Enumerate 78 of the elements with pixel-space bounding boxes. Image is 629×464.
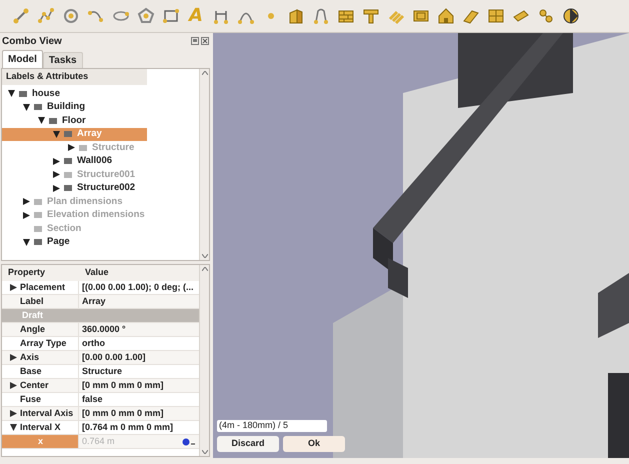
expand-arrow-icon[interactable] <box>10 382 17 389</box>
property-name: Fuse <box>20 392 42 406</box>
discard-button[interactable]: Discard <box>217 436 279 452</box>
expand-arrow-icon[interactable] <box>68 144 75 152</box>
collapse-arrow-icon[interactable] <box>38 117 45 124</box>
expand-arrow-icon[interactable] <box>53 184 60 192</box>
object-icon <box>78 142 88 153</box>
expand-arrow-icon[interactable] <box>53 171 60 178</box>
tab[interactable]: Model <box>2 50 43 68</box>
property-value: Structure <box>82 364 122 378</box>
object-icon <box>18 88 28 99</box>
object-icon <box>33 196 43 207</box>
property-name: Base <box>20 364 42 378</box>
property-value: [(0.00 0.00 1.00); 0 deg; (... <box>82 280 194 294</box>
scrollbar[interactable] <box>199 265 209 456</box>
property-value: false <box>82 392 103 406</box>
collapse-arrow-icon[interactable] <box>8 90 15 98</box>
tree-item[interactable]: Floor <box>61 114 87 128</box>
float-icon[interactable] <box>191 37 199 45</box>
expand-arrow-icon[interactable] <box>23 198 30 206</box>
property-value: 360.0000 ° <box>82 322 126 336</box>
object-icon <box>63 156 73 166</box>
floor-plan-icon[interactable] <box>487 7 505 25</box>
object-icon <box>63 129 73 140</box>
ok-button[interactable]: Ok <box>283 436 345 452</box>
collapse-arrow-icon[interactable] <box>23 104 30 111</box>
scrollbar[interactable] <box>199 69 209 260</box>
collapse-arrow-icon[interactable] <box>53 130 60 138</box>
group-header: Draft <box>21 308 44 322</box>
column-header: Property <box>7 266 46 280</box>
property-value: [0.00 0.00 1.00] <box>82 350 146 364</box>
property-value: [0 mm 0 mm 0 mm] <box>82 406 164 420</box>
tree-item[interactable]: house <box>31 86 61 101</box>
object-icon <box>33 210 43 220</box>
polygon-icon[interactable] <box>137 7 155 25</box>
tab[interactable]: Tasks <box>42 52 83 68</box>
line-icon[interactable] <box>12 7 30 25</box>
property-name: Interval X <box>20 420 61 434</box>
expression-icon[interactable] <box>182 438 196 446</box>
object-icon <box>63 170 73 180</box>
expand-arrow-icon[interactable] <box>10 410 17 417</box>
property-name: Label <box>20 294 44 308</box>
panel-title: Combo View <box>2 34 62 48</box>
circle-icon[interactable] <box>62 7 80 25</box>
expand-arrow-icon[interactable] <box>10 284 17 291</box>
object-icon <box>33 102 43 112</box>
property-name: Center <box>20 378 49 392</box>
property-name: Interval Axis <box>20 406 74 420</box>
property-name: Placement <box>20 280 66 294</box>
property-name: Angle <box>20 322 46 336</box>
property-name: Axis <box>20 350 40 364</box>
tree-item[interactable]: Wall006 <box>76 154 114 168</box>
property-value: [0.764 m 0 mm 0 mm] <box>82 420 174 434</box>
tree-item[interactable]: Building <box>46 100 86 114</box>
object-icon <box>48 116 58 126</box>
expression-field[interactable]: (4m - 180mm) / 5 <box>217 420 327 432</box>
close-icon[interactable] <box>201 37 209 45</box>
rectangle-icon[interactable] <box>162 7 180 25</box>
expand-arrow-icon[interactable] <box>53 158 60 165</box>
column-header: Labels & Attributes <box>6 70 88 84</box>
object-icon <box>33 237 43 248</box>
object-icon <box>63 183 73 194</box>
tree-item[interactable]: Structure002 <box>76 181 136 196</box>
object-icon <box>33 224 43 234</box>
collapse-arrow-icon[interactable] <box>10 424 17 431</box>
property-value: ortho <box>82 336 105 350</box>
polyline-icon[interactable] <box>37 7 55 25</box>
expand-arrow-icon[interactable] <box>23 212 30 219</box>
tree-item[interactable]: Page <box>46 235 71 249</box>
property-name: x <box>37 434 44 448</box>
collapse-arrow-icon[interactable] <box>23 238 30 246</box>
column-header: Value <box>84 266 110 280</box>
expand-arrow-icon[interactable] <box>10 354 17 361</box>
property-value: Array <box>82 294 106 308</box>
property-name: Array Type <box>20 336 66 350</box>
house-icon[interactable] <box>437 7 455 25</box>
property-value: [0 mm 0 mm 0 mm] <box>82 378 164 392</box>
beam-icon[interactable] <box>362 7 380 25</box>
